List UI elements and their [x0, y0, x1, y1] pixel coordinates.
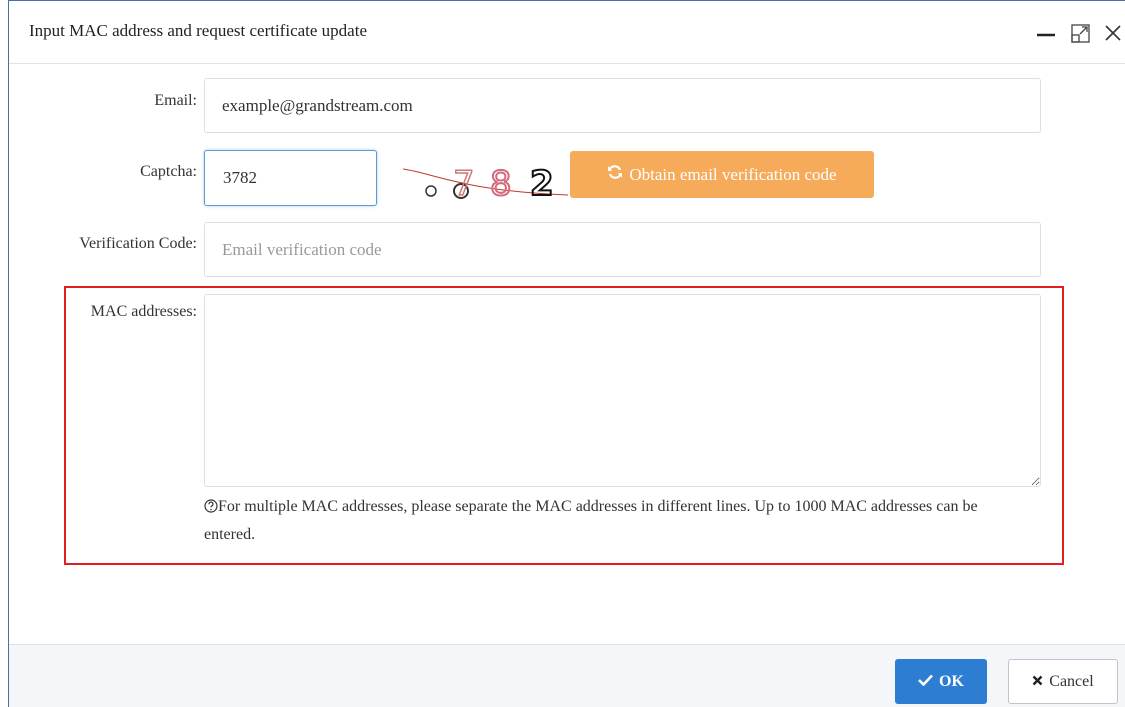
captcha-image[interactable]: 7 8 2	[393, 151, 573, 207]
captcha-label-cell: Captcha:	[29, 163, 197, 193]
cancel-button-label: Cancel	[1049, 672, 1094, 690]
dialog-title: Input MAC address and request certificat…	[29, 21, 367, 40]
ok-button-label: OK	[939, 672, 964, 690]
email-field[interactable]	[204, 78, 1041, 133]
svg-text:2: 2	[530, 164, 554, 204]
email-label: Email:	[154, 92, 197, 109]
help-circle-icon	[204, 496, 218, 522]
captcha-label: Captcha:	[140, 163, 197, 180]
svg-text:7: 7	[453, 164, 475, 204]
email-label-cell: Email:	[29, 92, 197, 122]
cross-icon	[1032, 673, 1043, 691]
verification-code-label: Verification Code:	[79, 235, 197, 252]
refresh-icon	[607, 164, 623, 185]
mac-addresses-label: MAC addresses:	[90, 303, 197, 320]
minimize-icon[interactable]	[1033, 19, 1059, 47]
verification-label-cell: Verification Code:	[29, 235, 197, 265]
verification-code-input[interactable]	[204, 222, 1041, 277]
mac-hint-text: For multiple MAC addresses, please separ…	[204, 498, 978, 543]
mac-label-cell: MAC addresses:	[29, 303, 197, 333]
dialog-titlebar: Input MAC address and request certificat…	[9, 1, 1125, 64]
mac-addresses-textarea[interactable]	[204, 294, 1041, 487]
captcha-input[interactable]	[204, 150, 377, 206]
close-icon[interactable]	[1100, 19, 1125, 47]
ok-button[interactable]: OK	[895, 659, 987, 704]
check-icon	[918, 673, 933, 691]
obtain-verification-code-button[interactable]: Obtain email verification code	[570, 151, 874, 198]
cancel-button[interactable]: Cancel	[1008, 659, 1118, 704]
obtain-button-label: Obtain email verification code	[629, 164, 837, 184]
mac-hint: For multiple MAC addresses, please separ…	[204, 494, 1004, 548]
maximize-icon[interactable]	[1068, 19, 1094, 47]
certificate-update-dialog: Input MAC address and request certificat…	[8, 0, 1125, 707]
svg-text:8: 8	[490, 164, 512, 204]
